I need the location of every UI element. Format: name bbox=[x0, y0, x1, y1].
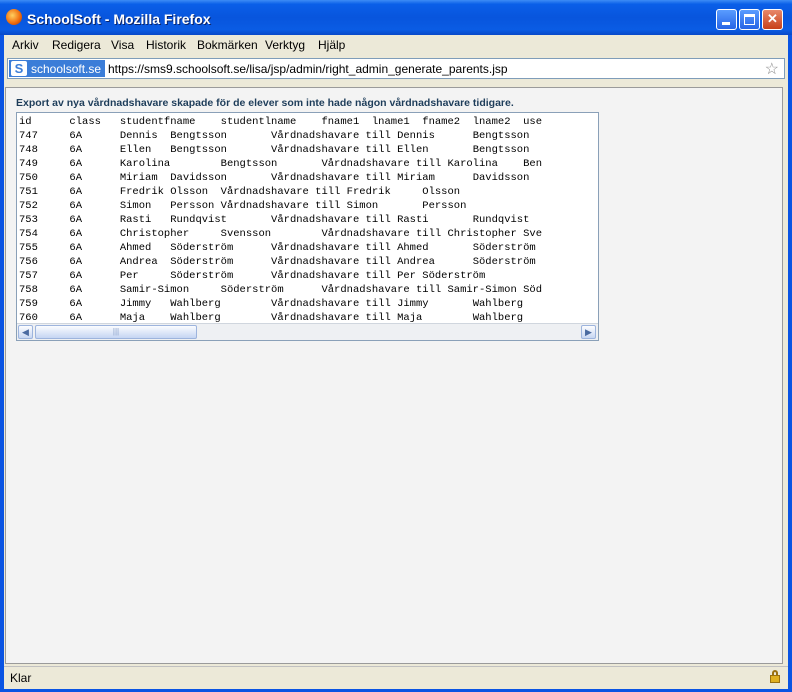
close-icon: ✕ bbox=[767, 11, 778, 26]
firefox-icon bbox=[6, 9, 22, 25]
minimize-button[interactable] bbox=[716, 9, 737, 30]
schoolsoft-site-icon: S bbox=[11, 61, 27, 76]
scrollbar-thumb[interactable]: ||| bbox=[35, 325, 197, 339]
menu-redigera[interactable]: Redigera bbox=[52, 38, 101, 52]
title-bar[interactable]: SchoolSoft - Mozilla Firefox ✕ bbox=[0, 0, 792, 35]
page-heading: Export av nya vårdnadshavare skapade för… bbox=[16, 97, 514, 109]
menu-visa[interactable]: Visa bbox=[111, 38, 134, 52]
close-button[interactable]: ✕ bbox=[762, 9, 783, 30]
status-text: Klar bbox=[10, 671, 32, 685]
lock-icon[interactable] bbox=[770, 670, 780, 683]
maximize-button[interactable] bbox=[739, 9, 760, 30]
page-content: Export av nya vårdnadshavare skapade för… bbox=[5, 87, 783, 664]
site-identity-button[interactable]: S schoolsoft.se bbox=[9, 60, 105, 77]
export-textarea[interactable]: id class studentfname studentlname fname… bbox=[16, 112, 599, 341]
menu-bar: Arkiv Redigera Visa Historik Bokmärken V… bbox=[4, 35, 788, 55]
scroll-left-icon[interactable]: ◀ bbox=[18, 325, 33, 339]
address-bar[interactable]: S schoolsoft.se https://sms9.schoolsoft.… bbox=[7, 58, 785, 79]
menu-arkiv[interactable]: Arkiv bbox=[12, 38, 39, 52]
browser-client: Arkiv Redigera Visa Historik Bokmärken V… bbox=[4, 35, 788, 689]
menu-verktyg[interactable]: Verktyg bbox=[265, 38, 305, 52]
menu-bokmarken[interactable]: Bokmärken bbox=[197, 38, 258, 52]
export-text: id class studentfname studentlname fname… bbox=[19, 116, 542, 324]
window-title: SchoolSoft - Mozilla Firefox bbox=[27, 11, 211, 27]
site-name: schoolsoft.se bbox=[31, 62, 102, 76]
maximize-icon bbox=[744, 14, 755, 25]
scroll-right-icon[interactable]: ▶ bbox=[581, 325, 596, 339]
browser-window: SchoolSoft - Mozilla Firefox ✕ Arkiv Red… bbox=[0, 0, 792, 692]
url-input[interactable]: https://sms9.schoolsoft.se/lisa/jsp/admi… bbox=[108, 62, 508, 76]
menu-historik[interactable]: Historik bbox=[146, 38, 186, 52]
menu-hjalp[interactable]: Hjälp bbox=[318, 38, 345, 52]
bookmark-star-icon[interactable]: ☆ bbox=[765, 59, 779, 79]
minimize-icon bbox=[722, 22, 730, 25]
status-bar: Klar bbox=[4, 666, 788, 689]
horizontal-scrollbar[interactable]: ◀ ||| ▶ bbox=[17, 323, 598, 340]
